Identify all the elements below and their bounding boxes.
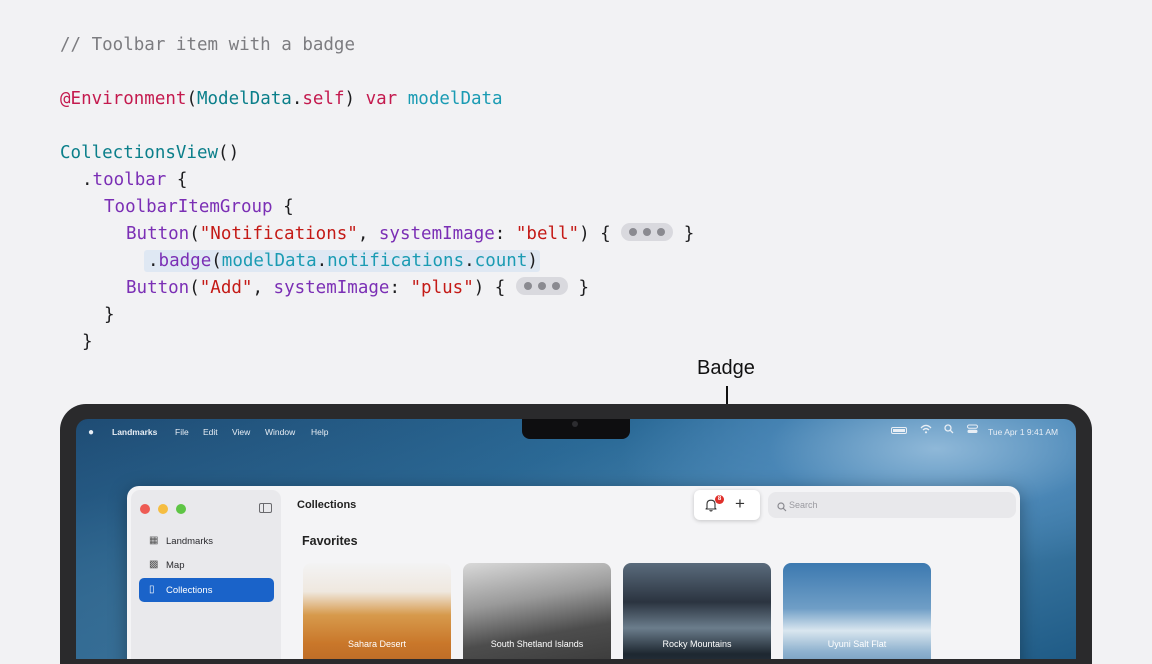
- code-line-toolbar-close: }: [82, 332, 93, 352]
- spotlight-icon[interactable]: [944, 424, 954, 436]
- close-window-button[interactable]: [140, 504, 150, 514]
- menu-edit[interactable]: Edit: [203, 427, 218, 437]
- menu-app-name[interactable]: Landmarks: [112, 427, 157, 437]
- collapsed-code-ellipsis[interactable]: [515, 277, 568, 295]
- camera-notch: [522, 419, 630, 439]
- laptop-screen: ● Landmarks File Edit View Window Help T…: [76, 419, 1076, 659]
- menu-file[interactable]: File: [175, 427, 189, 437]
- search-placeholder: Search: [789, 500, 818, 510]
- apple-menu-icon[interactable]: ●: [88, 427, 94, 438]
- search-field[interactable]: Search: [768, 492, 1016, 518]
- code-line-toolbar: .toolbar {: [82, 170, 188, 190]
- app-window: ▦ Landmarks ▩ Map ▯ Collections Collecti…: [127, 486, 1020, 659]
- notification-badge: 8: [715, 495, 724, 504]
- sidebar-item-landmarks[interactable]: ▦ Landmarks: [139, 529, 274, 553]
- code-line-environment: @Environment(ModelData.self) var modelDa…: [60, 89, 503, 109]
- map-icon: ▩: [149, 559, 159, 570]
- control-center-icon[interactable]: [967, 424, 978, 436]
- minimize-window-button[interactable]: [158, 504, 168, 514]
- sidebar: ▦ Landmarks ▩ Map ▯ Collections: [131, 490, 281, 659]
- badge-highlight: .badge(modelData.notifications.count): [144, 250, 540, 272]
- code-comment: // Toolbar item with a badge: [60, 35, 356, 55]
- search-icon: [777, 499, 787, 512]
- section-title: Favorites: [302, 534, 358, 548]
- building-columns-icon: ▦: [149, 535, 159, 546]
- collection-card[interactable]: Sahara Desert: [303, 563, 451, 659]
- menu-help[interactable]: Help: [311, 427, 328, 437]
- book-icon: ▯: [149, 584, 155, 595]
- code-line-badge: .badge(modelData.notifications.count): [144, 248, 540, 275]
- window-title: Collections: [297, 499, 357, 511]
- collection-card[interactable]: Uyuni Salt Flat: [783, 563, 931, 659]
- sidebar-toggle-icon[interactable]: [259, 503, 272, 513]
- sidebar-item-collections[interactable]: ▯ Collections: [139, 578, 274, 602]
- collection-card[interactable]: South Shetland Islands: [463, 563, 611, 659]
- code-line-notifications-button: Button("Notifications", systemImage: "be…: [126, 223, 695, 244]
- badge-callout-label: Badge: [697, 357, 755, 379]
- wifi-icon[interactable]: [920, 424, 932, 436]
- battery-icon[interactable]: [891, 427, 907, 434]
- menu-view[interactable]: View: [232, 427, 250, 437]
- menu-window[interactable]: Window: [265, 427, 295, 437]
- code-line-group-close: }: [104, 305, 115, 325]
- menu-clock[interactable]: Tue Apr 1 9:41 AM: [988, 427, 1058, 437]
- toolbar-item-group: 8 +: [694, 490, 760, 520]
- camera-icon: [572, 421, 578, 427]
- zoom-window-button[interactable]: [176, 504, 186, 514]
- sidebar-item-map[interactable]: ▩ Map: [139, 553, 274, 577]
- add-button[interactable]: +: [735, 494, 745, 514]
- collection-card[interactable]: Rocky Mountains: [623, 563, 771, 659]
- collapsed-code-ellipsis[interactable]: [621, 223, 674, 241]
- code-line-group: ToolbarItemGroup {: [104, 197, 294, 217]
- code-line-add-button: Button("Add", systemImage: "plus") { }: [126, 277, 589, 298]
- code-line-collections: CollectionsView(): [60, 143, 240, 163]
